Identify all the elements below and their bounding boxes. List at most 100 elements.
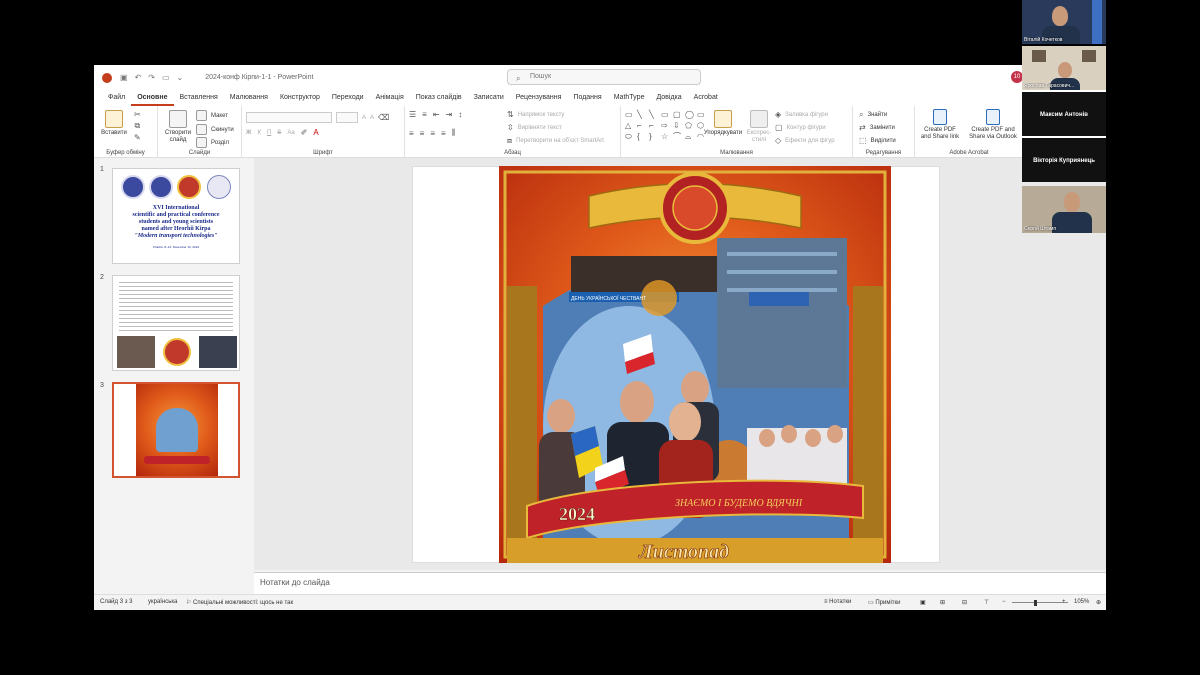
tab-9[interactable]: Рецензування <box>510 90 568 106</box>
bullets-icon[interactable]: ☰ <box>409 110 416 119</box>
change-case-button[interactable]: Аа <box>287 130 294 136</box>
decrease-indent-icon[interactable]: ⇤ <box>433 110 440 119</box>
tab-2[interactable]: Вставлення <box>174 90 224 106</box>
present-icon[interactable]: ▭ <box>162 73 170 82</box>
person-head-1 <box>547 399 575 433</box>
comments-toggle-label: Примітки <box>875 600 901 606</box>
save-icon[interactable]: ▣ <box>120 73 128 82</box>
line-spacing-icon[interactable]: ↕ <box>458 110 462 119</box>
shape-effects-button[interactable]: ◇ Ефекти для фігур <box>775 136 835 145</box>
quick-styles-label-1: Експрес- <box>746 130 772 136</box>
search-box[interactable]: ⌕ Пошук <box>507 69 701 85</box>
fit-slide-icon[interactable]: ⊕ <box>1096 599 1101 606</box>
participant-tile[interactable]: Максим Антонів <box>1022 92 1106 136</box>
accessibility-status[interactable]: ⚐ Спеціальні можливості: щось не так <box>186 599 293 606</box>
text-direction-button[interactable]: ⇅ Напрямок тексту <box>507 110 564 119</box>
thumb-2-text-line <box>119 314 233 315</box>
align-left-icon[interactable]: ≡ <box>409 129 414 138</box>
underline-button[interactable]: П <box>267 130 271 136</box>
participant-tile[interactable]: Ярослав Тарасович... <box>1022 46 1106 90</box>
shape-fill-button[interactable]: ◈ Заливка фігури <box>775 110 828 119</box>
create-share-label-1: Create PDF <box>924 127 956 133</box>
font-size-field[interactable] <box>336 112 358 123</box>
strikethrough-button[interactable]: S <box>277 130 281 136</box>
zoom-in-button[interactable]: + <box>1062 599 1066 605</box>
tab-10[interactable]: Подання <box>567 90 607 106</box>
smartart-button[interactable]: ⧈ Перетворити на об'єкт SmartArt <box>507 136 604 146</box>
zoom-out-button[interactable]: − <box>1002 599 1006 605</box>
copy-icon[interactable]: ⧉ <box>134 121 140 131</box>
notes-pane[interactable]: Нотатки до слайда <box>254 572 1106 594</box>
reset-icon <box>196 124 207 135</box>
find-button[interactable]: ⌕ Знайти <box>859 110 887 120</box>
quick-styles-button[interactable]: Експрес- стилі <box>745 110 773 144</box>
bold-button[interactable]: Ж <box>246 130 251 136</box>
normal-view-icon[interactable]: ▣ <box>920 599 926 606</box>
tab-3[interactable]: Малювання <box>224 90 274 106</box>
slideshow-icon[interactable]: ⊤ <box>984 599 989 606</box>
layout-button[interactable]: Макет <box>196 110 228 121</box>
create-pdf-outlook-button[interactable]: Create PDF and Share via Outlook <box>965 109 1021 141</box>
font-size-down-button[interactable]: A <box>370 115 374 121</box>
select-button[interactable]: ⬚ Виділити <box>859 136 896 145</box>
section-button[interactable]: Розділ <box>196 137 229 148</box>
new-slide-label-1: Створити <box>164 130 192 136</box>
customize-icon[interactable]: ⌄ <box>177 73 184 82</box>
numbering-icon[interactable]: ≡ <box>422 110 427 119</box>
font-color-icon[interactable]: A <box>313 128 318 137</box>
notes-toggle[interactable]: ≡ Нотатки <box>824 599 851 605</box>
zoom-slider[interactable] <box>1012 602 1068 603</box>
tab-5[interactable]: Переходи <box>326 90 370 106</box>
replace-button[interactable]: ⇄ Замінити <box>859 123 895 132</box>
tab-6[interactable]: Анімація <box>370 90 410 106</box>
participant-tile[interactable]: Вікторія Куприянець <box>1022 138 1106 182</box>
font-size-up-button[interactable]: A <box>362 115 366 121</box>
participant-tile[interactable]: Віталій Кочетков <box>1022 0 1106 44</box>
tab-7[interactable]: Показ слайдів <box>410 90 468 106</box>
language-indicator[interactable]: українська <box>148 599 178 605</box>
redo-icon[interactable]: ↷ <box>148 73 155 82</box>
align-center-icon[interactable]: ≡ <box>420 129 425 138</box>
meeting-participants-strip: Віталій Кочетков Ярослав Тарасович... Ма… <box>1022 0 1106 233</box>
zoom-slider-thumb[interactable] <box>1034 600 1037 606</box>
format-painter-icon[interactable]: ✎ <box>134 133 141 142</box>
seal-logo-1 <box>121 175 145 199</box>
tab-1[interactable]: Основне <box>131 91 174 106</box>
reset-button[interactable]: Скинути <box>196 124 234 135</box>
thumb-2-text-line <box>119 310 233 311</box>
tab-4[interactable]: Конструктор <box>274 90 326 106</box>
font-row-1: A A ⌫ <box>246 112 389 123</box>
paste-button[interactable]: Вставити <box>100 110 128 137</box>
slide-thumbnail-2[interactable] <box>112 275 240 371</box>
cut-icon[interactable]: ✂ <box>134 110 141 119</box>
tab-13[interactable]: Acrobat <box>688 90 724 106</box>
highlight-icon[interactable]: ✐ <box>301 128 308 137</box>
undo-icon[interactable]: ↶ <box>135 73 142 82</box>
align-text-button[interactable]: ⇳ Вирівняти текст <box>507 123 562 132</box>
slide-poster-image[interactable]: 2024 ЗНАЄМО І БУДЕМО ВДЯЧНІ Листопад ДЕН… <box>499 166 891 563</box>
tab-8[interactable]: Записати <box>468 90 510 106</box>
increase-indent-icon[interactable]: ⇥ <box>446 110 453 119</box>
slide-thumbnail-1[interactable]: XVI International scientific and practic… <box>112 168 240 264</box>
slide-sorter-icon[interactable]: ⊞ <box>940 599 945 606</box>
shape-outline-button[interactable]: ▢ Контур фігури <box>775 123 826 132</box>
arrange-button[interactable]: Упорядкувати <box>703 110 743 137</box>
tab-0[interactable]: Файл <box>102 90 131 106</box>
tab-12[interactable]: Довідка <box>650 90 687 106</box>
create-pdf-share-link-button[interactable]: Create PDF and Share link <box>917 109 963 141</box>
align-right-icon[interactable]: ≡ <box>430 129 435 138</box>
clear-formatting-icon[interactable]: ⌫ <box>378 113 389 122</box>
italic-button[interactable]: К <box>257 130 261 136</box>
tab-11[interactable]: MathType <box>608 90 651 106</box>
columns-icon[interactable]: ⫼ <box>452 128 456 138</box>
comments-toggle[interactable]: ▭ Примітки <box>868 599 901 606</box>
section-label: Розділ <box>211 139 229 146</box>
shapes-gallery[interactable]: ▭ ╲ ╲ ▭ ▢ ◯ ▭ △ ⌐ ⌐ ⇨ ⇩ ⬠ ⬡ ⬭{} ☆ ⌒ ⌓ ◠ <box>625 110 705 141</box>
font-name-field[interactable] <box>246 112 332 123</box>
reading-view-icon[interactable]: ⊟ <box>962 599 967 606</box>
zoom-level[interactable]: 105% <box>1074 599 1089 605</box>
justify-icon[interactable]: ≡ <box>441 129 446 138</box>
participant-tile[interactable]: Сергій Штамп <box>1022 186 1106 233</box>
slide-thumbnail-3[interactable] <box>112 382 240 478</box>
new-slide-button[interactable]: Створити слайд <box>162 110 194 144</box>
